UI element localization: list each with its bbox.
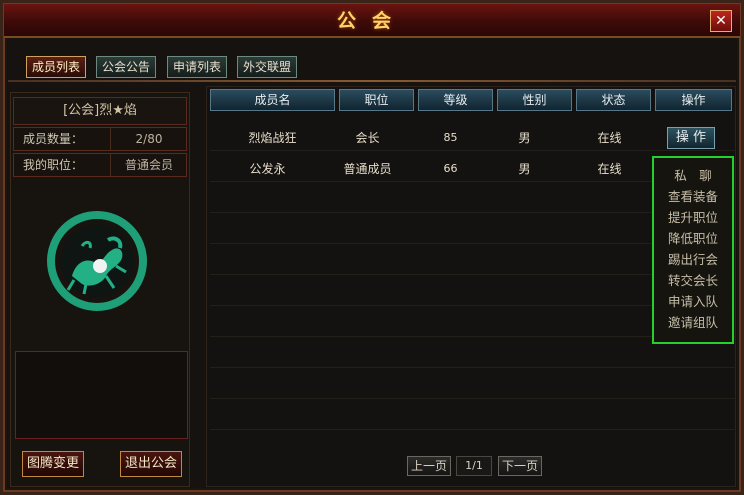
leave-guild-button[interactable]: 退出公会 [120, 451, 182, 477]
menu-item-kick[interactable]: 踢出行会 [654, 250, 732, 270]
column-header-level[interactable]: 等级 [418, 89, 493, 111]
member-context-menu: 私 聊 查看装备 提升职位 降低职位 踢出行会 转交会长 申请入队 邀请组队 [652, 156, 734, 344]
menu-item-view-equipment[interactable]: 查看装备 [654, 187, 732, 207]
table-row-stripe [210, 400, 736, 430]
tab-application-list[interactable]: 申请列表 [167, 56, 228, 78]
column-header-status[interactable]: 状态 [576, 89, 651, 111]
menu-item-request-join-team[interactable]: 申请入队 [654, 292, 732, 312]
member-level: 66 [443, 162, 458, 175]
member-status: 在线 [597, 131, 622, 145]
menu-item-transfer-leader[interactable]: 转交会长 [654, 271, 732, 291]
menu-item-private-chat[interactable]: 私 聊 [654, 166, 732, 186]
window-title: 公会 [336, 10, 407, 32]
member-count-value: 2/80 [135, 132, 163, 146]
member-name: 公发永 [249, 162, 286, 176]
tab-guild-notice[interactable]: 公会公告 [96, 56, 157, 78]
member-position: 普通成员 [343, 162, 392, 176]
column-header-name[interactable]: 成员名 [210, 89, 335, 111]
member-action-button[interactable]: 操 作 [667, 127, 715, 149]
tab-divider [8, 80, 736, 82]
column-header-position[interactable]: 职位 [339, 89, 414, 111]
member-count-label: 成员数量： [23, 132, 84, 146]
my-position-value: 普通会员 [124, 158, 173, 172]
menu-item-promote[interactable]: 提升职位 [654, 208, 732, 228]
next-page-button[interactable]: 下一页 [498, 456, 542, 476]
menu-item-demote[interactable]: 降低职位 [654, 229, 732, 249]
member-gender: 男 [518, 162, 531, 176]
my-position-row: 我的职位： 普通会员 [13, 153, 187, 177]
my-position-label: 我的职位： [23, 158, 84, 172]
member-status: 在线 [597, 162, 622, 176]
tab-diplomacy[interactable]: 外交联盟 [237, 56, 298, 78]
member-gender: 男 [518, 131, 531, 145]
guild-description-box [15, 351, 188, 439]
page-indicator: 1/1 [456, 456, 492, 476]
column-header-action[interactable]: 操作 [655, 89, 732, 111]
totem-change-button[interactable]: 图腾变更 [22, 451, 84, 477]
member-count-row: 成员数量： 2/80 [13, 127, 187, 151]
member-position: 会长 [355, 131, 380, 145]
menu-item-invite-team[interactable]: 邀请组队 [654, 313, 732, 333]
table-row-stripe [210, 369, 736, 399]
prev-page-button[interactable]: 上一页 [407, 456, 451, 476]
tab-member-list[interactable]: 成员列表 [26, 56, 87, 78]
column-header-gender[interactable]: 性别 [497, 89, 572, 111]
member-level: 85 [443, 131, 458, 144]
dragon-emblem-icon [47, 211, 147, 311]
guild-name: [公会]烈★焰 [13, 97, 187, 125]
member-name: 烈焰战狂 [248, 131, 297, 145]
close-button[interactable]: ✕ [710, 10, 732, 32]
